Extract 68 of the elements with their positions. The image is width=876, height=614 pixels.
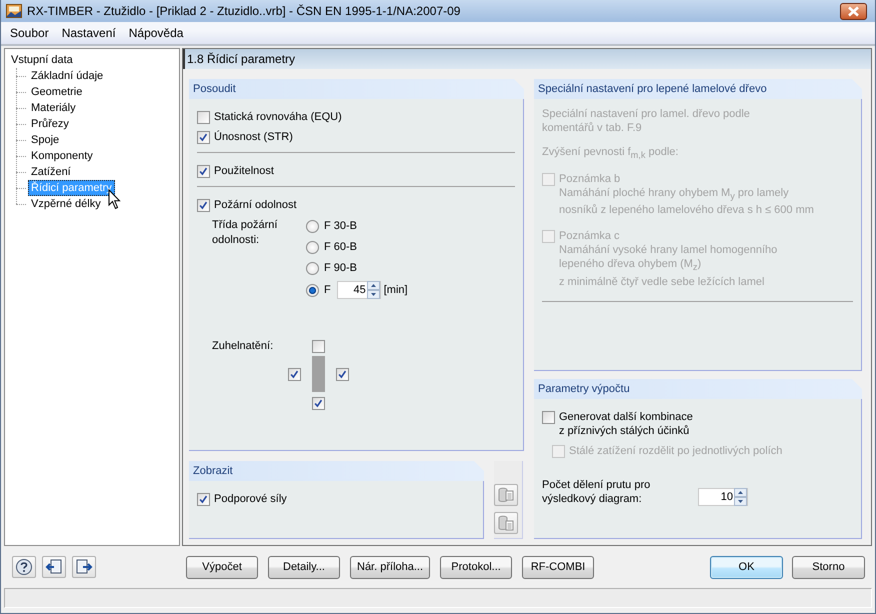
panel-title: 1.8 Řídicí parametry xyxy=(183,49,871,69)
menu-item[interactable]: Nápověda xyxy=(122,26,190,40)
tree-item[interactable]: Spoje xyxy=(28,132,62,148)
action-button[interactable]: RF-COMBI xyxy=(522,556,594,578)
checkbox[interactable] xyxy=(312,396,325,410)
field-label: Zuhelnatění: xyxy=(212,339,274,354)
radio-button[interactable]: F 60-B xyxy=(306,239,408,255)
spinner-icon[interactable] xyxy=(734,488,747,506)
dialog-button[interactable]: OK xyxy=(710,556,783,578)
checkbox[interactable]: Podporové síly xyxy=(197,492,287,506)
help-button[interactable] xyxy=(12,556,36,578)
action-button[interactable]: Detaily... xyxy=(268,556,340,578)
menu-item[interactable]: Soubor xyxy=(4,26,56,40)
group-title: Zobrazit xyxy=(189,461,484,481)
menu-item[interactable]: Nastavení xyxy=(56,26,123,40)
database-document-icon xyxy=(498,515,514,531)
tree-item[interactable]: Průřezy xyxy=(28,116,72,132)
description-text: Speciální nastavení pro lamel. dřevo podle komentářů v tab. F.9 xyxy=(542,107,751,135)
database-document-icon xyxy=(498,487,514,503)
checkbox[interactable] xyxy=(312,338,325,352)
dialog-button[interactable]: Storno xyxy=(792,556,865,578)
checkbox[interactable]: Únosnost (STR) xyxy=(197,130,293,144)
checkbox[interactable]: Statická rovnováha (EQU) xyxy=(197,110,342,124)
check-icon xyxy=(313,398,324,408)
minutes-field[interactable]: 45 xyxy=(336,281,381,299)
close-button[interactable] xyxy=(840,2,867,20)
note-text: Namáhání vysoké hrany lamel homogenního lepeného dřeva ohybem (M$_{z}$) z minimálně čtyř vedle sebe ležících lamel xyxy=(559,243,778,289)
radio-button[interactable]: F 30-B xyxy=(306,218,408,234)
checkbox[interactable] xyxy=(336,367,349,381)
help-icon xyxy=(15,558,33,576)
window-title: RX-TIMBER - Ztužidlo - [Priklad 2 - Ztuzidlo..vrb] - ČSN EN 1995-1-1/NA:2007-09 xyxy=(27,4,462,18)
checkbox[interactable]: Generovat další kombinace z příznivých stálých účinků xyxy=(542,410,693,438)
check-icon xyxy=(289,369,300,380)
field-label: Počet dělení prutu pro výsledkový diagram: xyxy=(542,478,652,506)
tree-item[interactable]: Vzpěrné délky xyxy=(28,196,104,212)
checkbox[interactable] xyxy=(288,367,301,381)
arrow-in-icon xyxy=(45,558,63,576)
action-button[interactable]: Protokol... xyxy=(440,556,512,578)
group-title: Speciální nastavení pro lepené lamelové dřevo xyxy=(534,79,862,99)
division-count-field[interactable]: 10 xyxy=(698,488,748,506)
tree-item[interactable]: Komponenty xyxy=(28,148,96,164)
radio-button[interactable]: F 90-B xyxy=(306,260,408,276)
cross-section-drawing xyxy=(312,356,325,392)
unit-label: [min] xyxy=(384,284,408,296)
close-icon xyxy=(847,6,860,16)
group-title: Parametry výpočtu xyxy=(534,379,862,399)
check-icon xyxy=(198,200,209,211)
tree-item[interactable]: Zatížení xyxy=(28,164,74,180)
checkbox[interactable]: Požární odolnost xyxy=(197,198,297,212)
note-text: Namáhání ploché hrany ohybem M$_{y}$ pro lamely nosníků z lepeného lamelového dřeva s h ≤ 600 mm xyxy=(559,186,815,218)
check-icon xyxy=(198,132,209,143)
section-label: Zvýšení pevnosti f$_{m,k}$ podle: xyxy=(542,145,680,162)
check-icon xyxy=(337,369,348,380)
action-button[interactable]: Výpočet xyxy=(186,556,258,578)
check-icon xyxy=(198,494,209,505)
arrow-out-icon xyxy=(75,558,93,576)
tree-item[interactable]: Základní údaje xyxy=(28,68,106,84)
tree-item[interactable]: Geometrie xyxy=(28,84,86,100)
app-icon xyxy=(6,4,22,18)
radio-button[interactable]: F xyxy=(306,282,331,298)
field-label: Třída požární odolnosti: xyxy=(212,218,278,248)
checkbox[interactable]: Použitelnost xyxy=(197,164,274,178)
tree-item[interactable]: Vstupní data xyxy=(9,52,73,68)
spinner-icon[interactable] xyxy=(366,281,380,299)
group-title: Posoudit xyxy=(189,79,524,99)
action-button[interactable]: Nár. příloha... xyxy=(350,556,430,578)
tree-item[interactable]: Materiály xyxy=(28,100,79,116)
check-icon xyxy=(198,166,209,177)
